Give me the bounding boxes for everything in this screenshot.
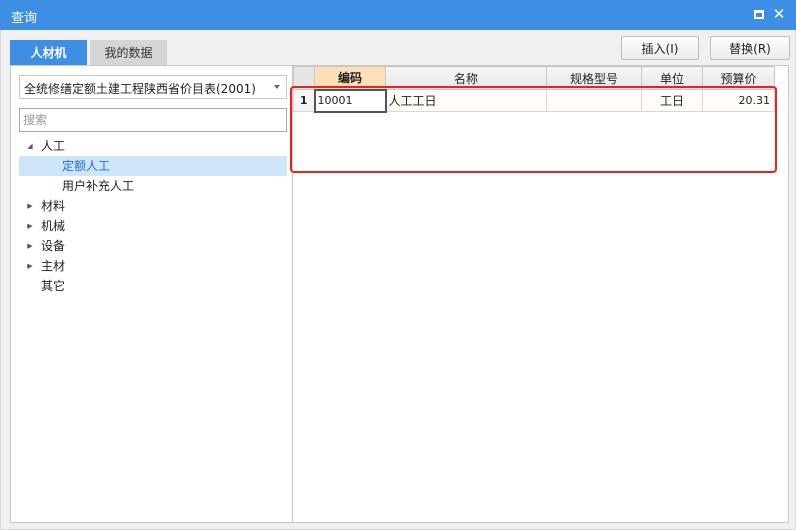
cell-spec[interactable]: [546, 89, 642, 112]
tab-my-data[interactable]: 我的数据: [90, 40, 167, 65]
tree-item-quota-labor[interactable]: 定额人工: [19, 156, 287, 176]
cell-price[interactable]: 20.31: [702, 89, 775, 112]
column-header-price[interactable]: 预算价: [702, 66, 775, 90]
grid-header-row: 编码 名称 规格型号 单位 预算价: [293, 66, 775, 90]
category-tree: ◢ 人工 定额人工 用户补充人工 ▶ 材料 ▶ 机械 ▶ 设备 ▶ 主材 其它: [19, 136, 287, 296]
tree-item-user-labor[interactable]: 用户补充人工: [19, 176, 287, 196]
price-table-select-value: 全统修缮定额土建工程陕西省价目表(2001): [24, 82, 256, 96]
column-header-unit[interactable]: 单位: [641, 66, 703, 90]
tree-item-label: 机械: [41, 219, 66, 233]
column-header-code[interactable]: 编码: [314, 66, 386, 90]
close-icon[interactable]: ✕: [771, 6, 787, 22]
title-bar: 查询 ✕: [0, 0, 796, 30]
dialog-body: 人材机 我的数据 插入(I) 替换(R) 全统修缮定额土建工程陕西省价目表(20…: [0, 30, 796, 530]
tree-item-equipment[interactable]: ▶ 设备: [19, 236, 287, 256]
tree-item-label: 设备: [41, 239, 66, 253]
tree-item-label: 人工: [41, 139, 66, 153]
cell-name[interactable]: 人工工日: [385, 89, 547, 112]
collapsed-triangle-icon[interactable]: ▶: [25, 256, 35, 276]
grid-corner[interactable]: [293, 66, 315, 90]
cell-code[interactable]: 10001: [313, 88, 387, 113]
maximize-icon[interactable]: [751, 6, 767, 22]
tree-item-machinery[interactable]: ▶ 机械: [19, 216, 287, 236]
tree-item-label: 其它: [41, 279, 66, 293]
cell-unit[interactable]: 工日: [641, 89, 703, 112]
tree-item-label: 用户补充人工: [62, 179, 135, 193]
tree-item-materials[interactable]: ▶ 材料: [19, 196, 287, 216]
row-number[interactable]: 1: [293, 89, 315, 112]
search-input[interactable]: [19, 108, 287, 132]
tree-item-labor[interactable]: ◢ 人工: [19, 136, 287, 156]
chevron-down-icon: [274, 85, 280, 89]
table-row[interactable]: 1 10001 人工工日 工日 20.31: [293, 88, 775, 113]
insert-button[interactable]: 插入(I): [621, 36, 699, 60]
price-table-select[interactable]: 全统修缮定额土建工程陕西省价目表(2001): [19, 75, 287, 99]
tab-rencaiji[interactable]: 人材机: [10, 40, 87, 65]
window-title: 查询: [11, 11, 38, 26]
replace-button[interactable]: 替换(R): [710, 36, 790, 60]
column-header-name[interactable]: 名称: [385, 66, 547, 90]
tree-item-main-materials[interactable]: ▶ 主材: [19, 256, 287, 276]
left-panel: 全统修缮定额土建工程陕西省价目表(2001) ◢ 人工 定额人工 用户补充人工 …: [10, 65, 293, 523]
tree-item-label: 定额人工: [62, 159, 111, 173]
tree-item-other[interactable]: 其它: [19, 276, 287, 296]
results-panel: 编码 名称 规格型号 单位 预算价 1 10001 人工工日 工日 20.31: [293, 65, 789, 523]
collapsed-triangle-icon[interactable]: ▶: [25, 216, 35, 236]
results-grid: 编码 名称 规格型号 单位 预算价 1 10001 人工工日 工日 20.31: [293, 66, 775, 113]
tree-item-label: 材料: [41, 199, 66, 213]
expanded-triangle-icon[interactable]: ◢: [25, 136, 35, 156]
column-header-spec[interactable]: 规格型号: [546, 66, 642, 90]
collapsed-triangle-icon[interactable]: ▶: [25, 236, 35, 256]
collapsed-triangle-icon[interactable]: ▶: [25, 196, 35, 216]
tree-item-label: 主材: [41, 259, 66, 273]
